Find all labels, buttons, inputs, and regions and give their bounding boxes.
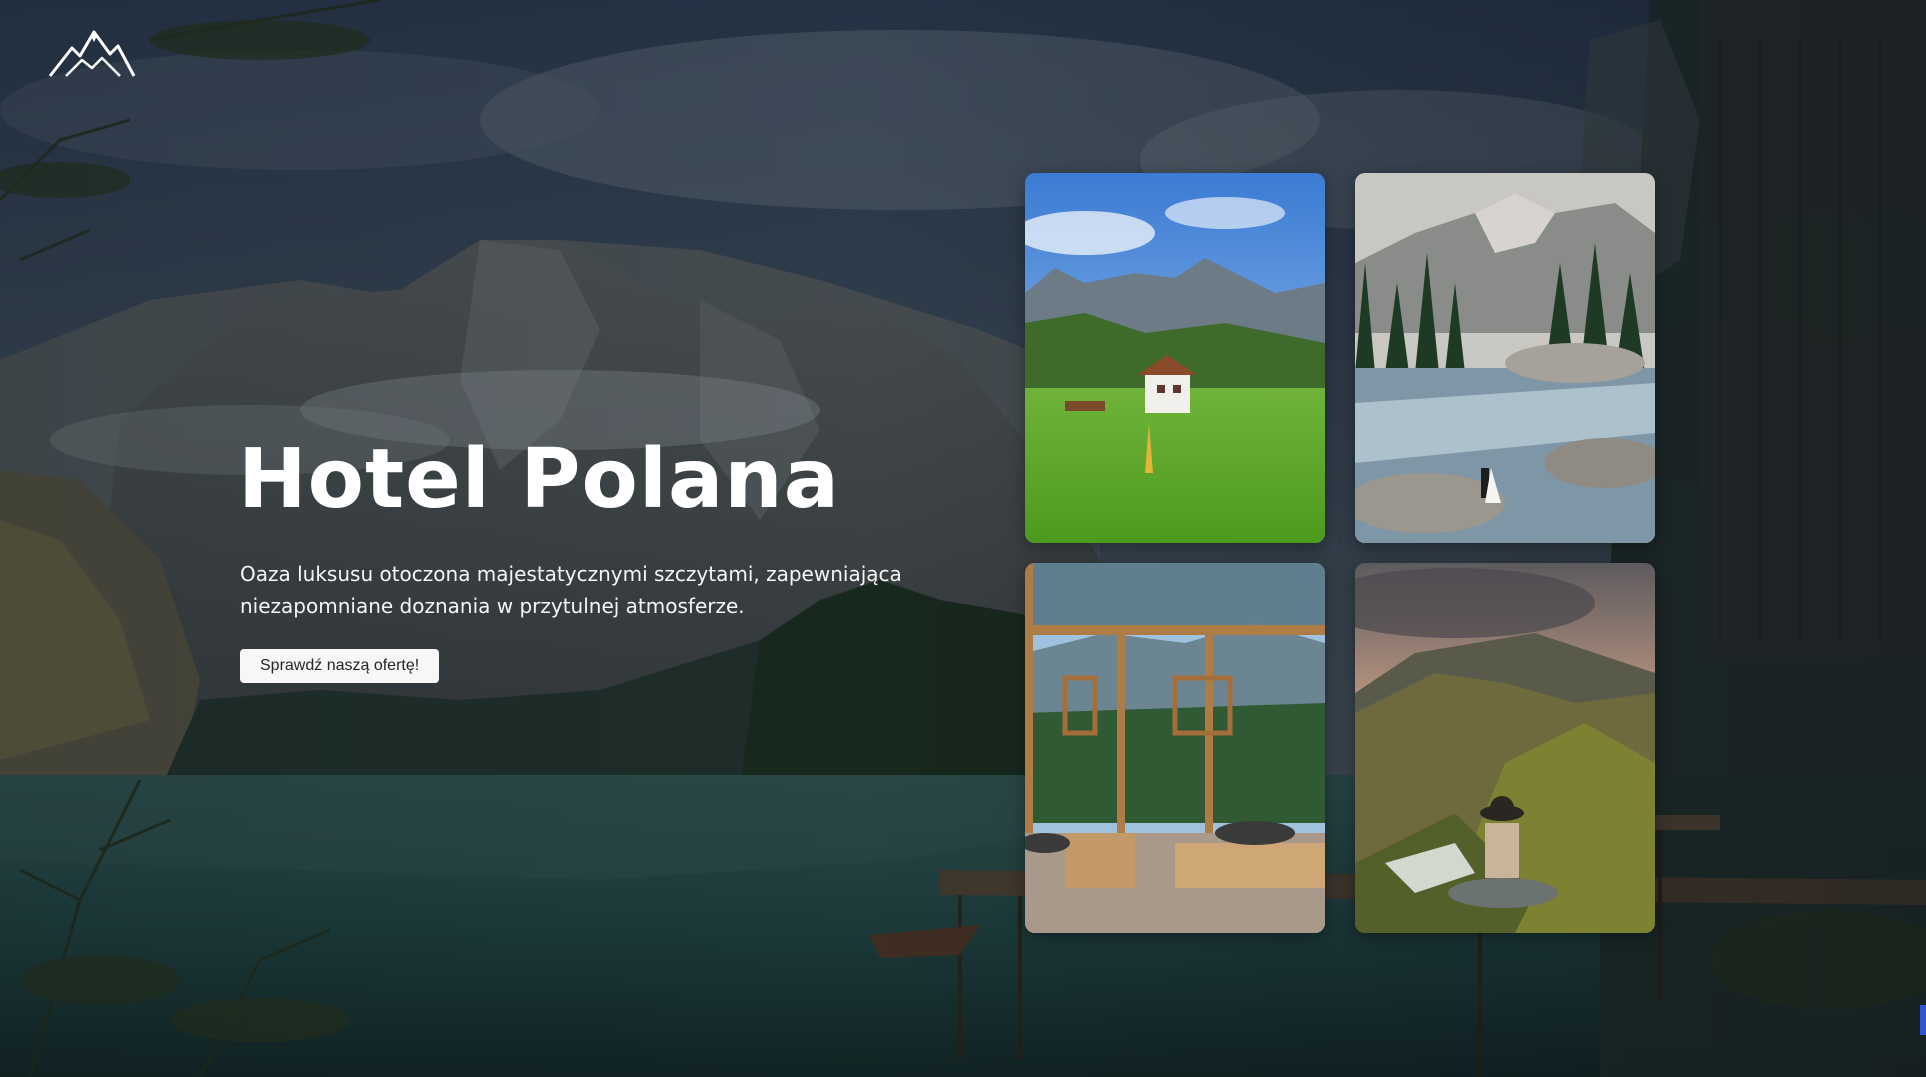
mountain-logo-graphic <box>48 30 136 77</box>
gallery-image-wooden-pavilion[interactable] <box>1025 563 1325 933</box>
gallery-image-alpine-chalet[interactable] <box>1025 173 1325 543</box>
mountain-logo-icon[interactable] <box>48 26 136 84</box>
check-offer-button[interactable]: Sprawdź naszą ofertę! <box>240 649 440 683</box>
gallery-image-mountain-river[interactable] <box>1355 173 1655 543</box>
scroll-indicator <box>1920 1005 1926 1035</box>
photo-icon <box>1025 563 1325 933</box>
photo-icon <box>1025 173 1325 543</box>
hero-description: Oaza luksusu otoczona majestatycznymi sz… <box>240 562 902 618</box>
photo-icon <box>1355 563 1655 933</box>
photo-icon <box>1355 173 1655 543</box>
page-title: Hotel Polana <box>238 432 841 527</box>
gallery-image-hiker-valley[interactable] <box>1355 563 1655 933</box>
